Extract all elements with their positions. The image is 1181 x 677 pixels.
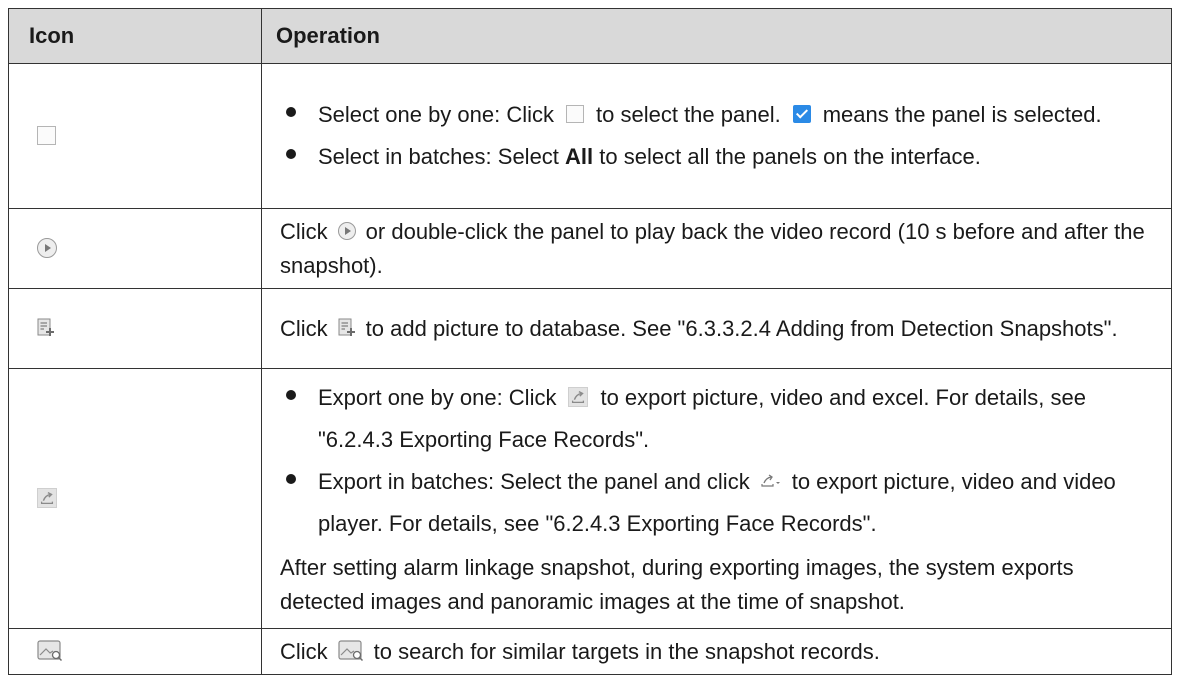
bullet-text: Select in batches: Select <box>318 144 559 169</box>
table-row-select: Select one by one: Click to select the pa… <box>8 63 1172 209</box>
list-item: Export in batches: Select the panel and … <box>280 461 1157 545</box>
bullet-text: to select all the panels on the interfac… <box>599 144 981 169</box>
list-item: Select one by one: Click to select the pa… <box>280 94 1157 136</box>
bullet-text: means the panel is selected. <box>822 102 1102 127</box>
operation-cell: Select one by one: Click to select the pa… <box>261 63 1172 209</box>
bullet-text: Export in batches: Select the panel and … <box>318 468 750 494</box>
operation-cell: Click or double-click the panel to play b… <box>261 208 1172 289</box>
header-operation: Operation <box>261 8 1172 64</box>
operation-cell: Click to add picture to database. See "6… <box>261 288 1172 369</box>
operation-text: to add picture to database. See "6.3.3.2… <box>365 315 1118 341</box>
table-header-row: Icon Operation <box>8 8 1172 64</box>
checkbox-icon <box>566 105 585 124</box>
table-row-export: Export one by one: Click to export pictu… <box>8 368 1172 629</box>
search-similar-icon <box>338 640 363 661</box>
add-to-database-icon <box>338 318 355 336</box>
checkbox-icon <box>37 125 56 145</box>
bullet-text: Export one by one: Click <box>318 384 557 410</box>
add-to-database-icon <box>37 318 54 336</box>
list-item: Export one by one: Click to export pictu… <box>280 377 1157 461</box>
bullet-dot <box>286 473 296 484</box>
operation-cell: Click to search for similar targets in t… <box>261 628 1172 675</box>
operation-text: to search for similar targets in the sna… <box>373 638 880 664</box>
icon-cell <box>8 63 262 209</box>
table-row-play: Click or double-click the panel to play b… <box>8 208 1172 289</box>
operation-text: Click <box>280 315 328 341</box>
icon-cell <box>8 208 262 289</box>
table-row-add: Click to add picture to database. See "6… <box>8 288 1172 369</box>
icon-operation-table: Icon Operation Select one by one: Click t… <box>8 8 1172 675</box>
export-icon <box>568 386 589 407</box>
operation-cell: Export one by one: Click to export pictu… <box>261 368 1172 629</box>
icon-cell <box>8 368 262 629</box>
header-icon: Icon <box>8 8 262 64</box>
table-row-search: Click to search for similar targets in t… <box>8 628 1172 675</box>
play-icon <box>37 237 57 258</box>
play-icon <box>337 221 356 240</box>
list-item: Select in batches: Select All to select … <box>280 136 1157 178</box>
icon-cell <box>8 288 262 369</box>
bullet-dot <box>286 107 296 117</box>
operation-text: or double-click the panel to play back t… <box>280 218 1145 278</box>
export-icon <box>37 487 57 508</box>
bullet-dot <box>286 389 296 400</box>
search-similar-icon <box>37 640 63 661</box>
bullet-text: to select the panel. <box>596 102 781 127</box>
bullet-dot <box>286 149 296 159</box>
bullet-text: Select one by one: Click <box>318 102 555 127</box>
bold-keyword: All <box>565 144 594 169</box>
operation-text: Click <box>280 638 328 664</box>
icon-cell <box>8 628 262 675</box>
checked-checkbox-icon <box>792 105 811 124</box>
export-note: After setting alarm linkage snapshot, du… <box>280 554 1074 614</box>
operation-text: Click <box>280 218 328 244</box>
export-dropdown-icon <box>761 474 780 487</box>
